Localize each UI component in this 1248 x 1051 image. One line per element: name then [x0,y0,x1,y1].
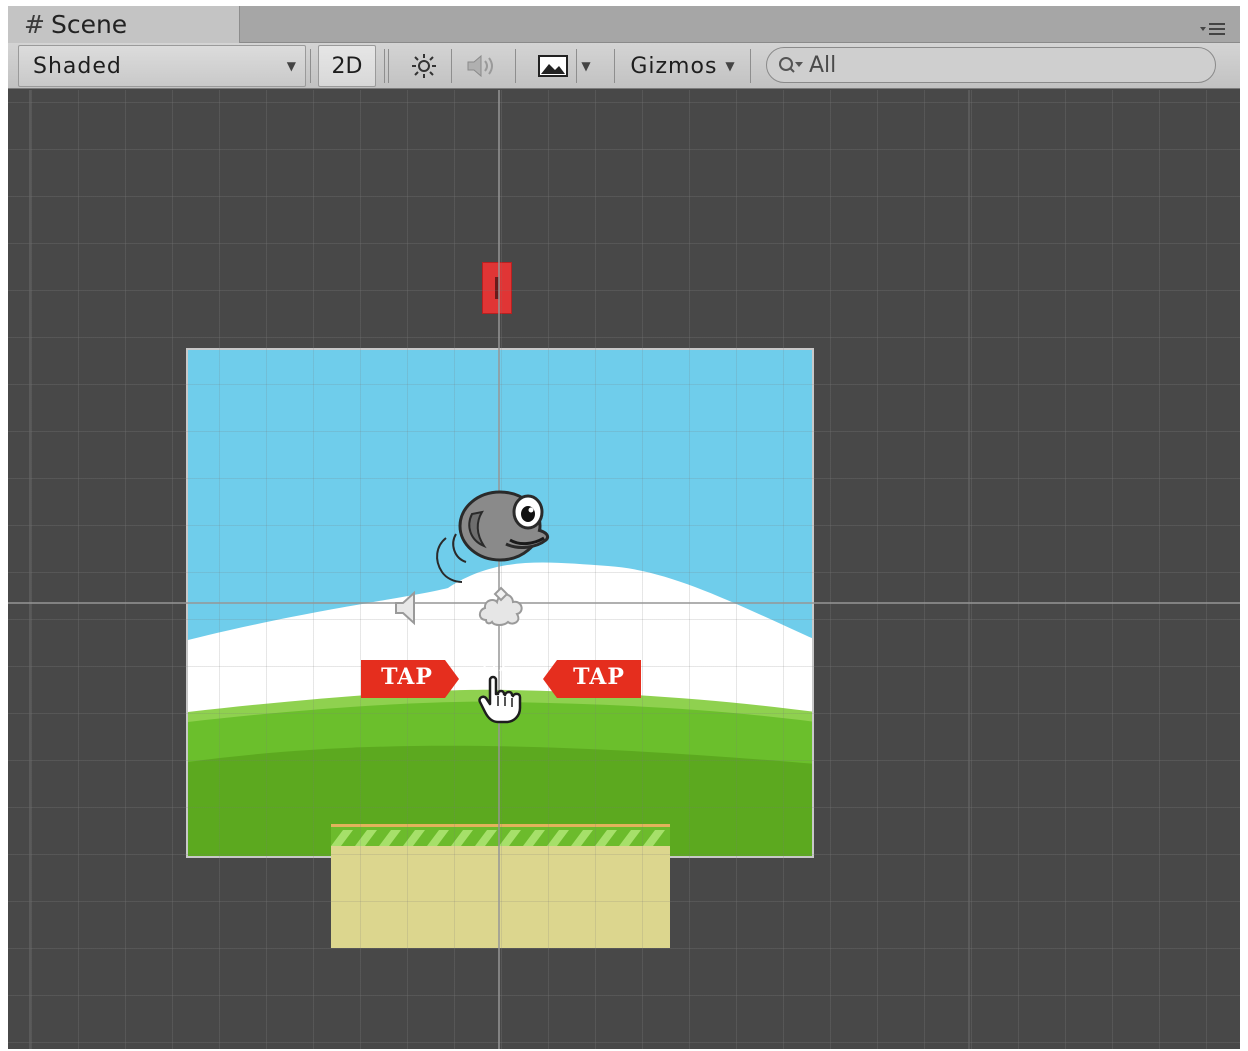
effects-dropdown-button[interactable]: ▼ [574,45,598,87]
toolbar-separator [750,49,751,83]
sun-icon [412,54,436,78]
gizmos-dropdown[interactable]: Gizmos ▼ [620,45,746,87]
search-input[interactable] [809,52,1189,78]
scene-effects-toggle[interactable] [532,45,574,87]
grid-line [968,90,970,1049]
scene-lighting-toggle[interactable] [400,45,448,87]
scene-window: # Scene Shaded ▼ 2D ▼ Gizmos ▼ All TAP T… [8,6,1240,1049]
speaker-icon [467,54,493,78]
dropdown-arrow-icon: ▼ [725,59,736,73]
shading-mode-dropdown[interactable]: Shaded ▼ [18,45,306,87]
hierarchy-search-box[interactable] [766,47,1216,83]
toolbar-separator [451,49,452,83]
particle-system-gizmo-icon[interactable] [476,586,526,628]
grid-line [29,90,31,1049]
scene-toolbar: Shaded ▼ 2D ▼ Gizmos ▼ All [8,43,1240,89]
audio-source-gizmo-icon[interactable] [392,590,426,626]
tap-left-label: TAP [381,664,433,690]
toolbar-separator [310,49,311,83]
scene-audio-toggle[interactable] [454,45,510,87]
tab-menu-icon[interactable] [1200,20,1226,38]
toolbar-separator [515,49,516,83]
toggle-2d-label: 2D [331,53,363,79]
tap-right-badge[interactable]: TAP [543,660,641,698]
hash-icon: # [24,10,45,39]
tap-left-badge[interactable]: TAP [361,660,459,698]
red-sprite-marker[interactable] [482,262,512,314]
tap-right-label: TAP [573,664,625,690]
tab-scene[interactable]: # Scene [8,6,240,43]
shading-mode-label: Shaded [33,53,122,79]
toggle-2d-button[interactable]: 2D [318,45,376,87]
tab-bar: # Scene [8,6,1240,43]
toolbar-separator [388,49,389,83]
toolbar-separator [576,49,577,83]
scene-viewport[interactable]: TAP TAP [8,90,1240,1049]
toolbar-separator [384,49,385,83]
gizmos-label: Gizmos [630,53,718,79]
ground-grass-strip [331,824,670,846]
dropdown-arrow-icon: ▼ [286,59,297,73]
tap-hand-icon[interactable] [476,660,526,724]
bird-sprite[interactable] [428,490,552,590]
tab-scene-label: Scene [50,10,128,39]
grid-axis-horizontal [8,602,1240,604]
search-icon [779,57,803,73]
dropdown-arrow-icon: ▼ [581,59,591,73]
toolbar-separator [614,49,615,83]
image-icon [538,55,568,77]
